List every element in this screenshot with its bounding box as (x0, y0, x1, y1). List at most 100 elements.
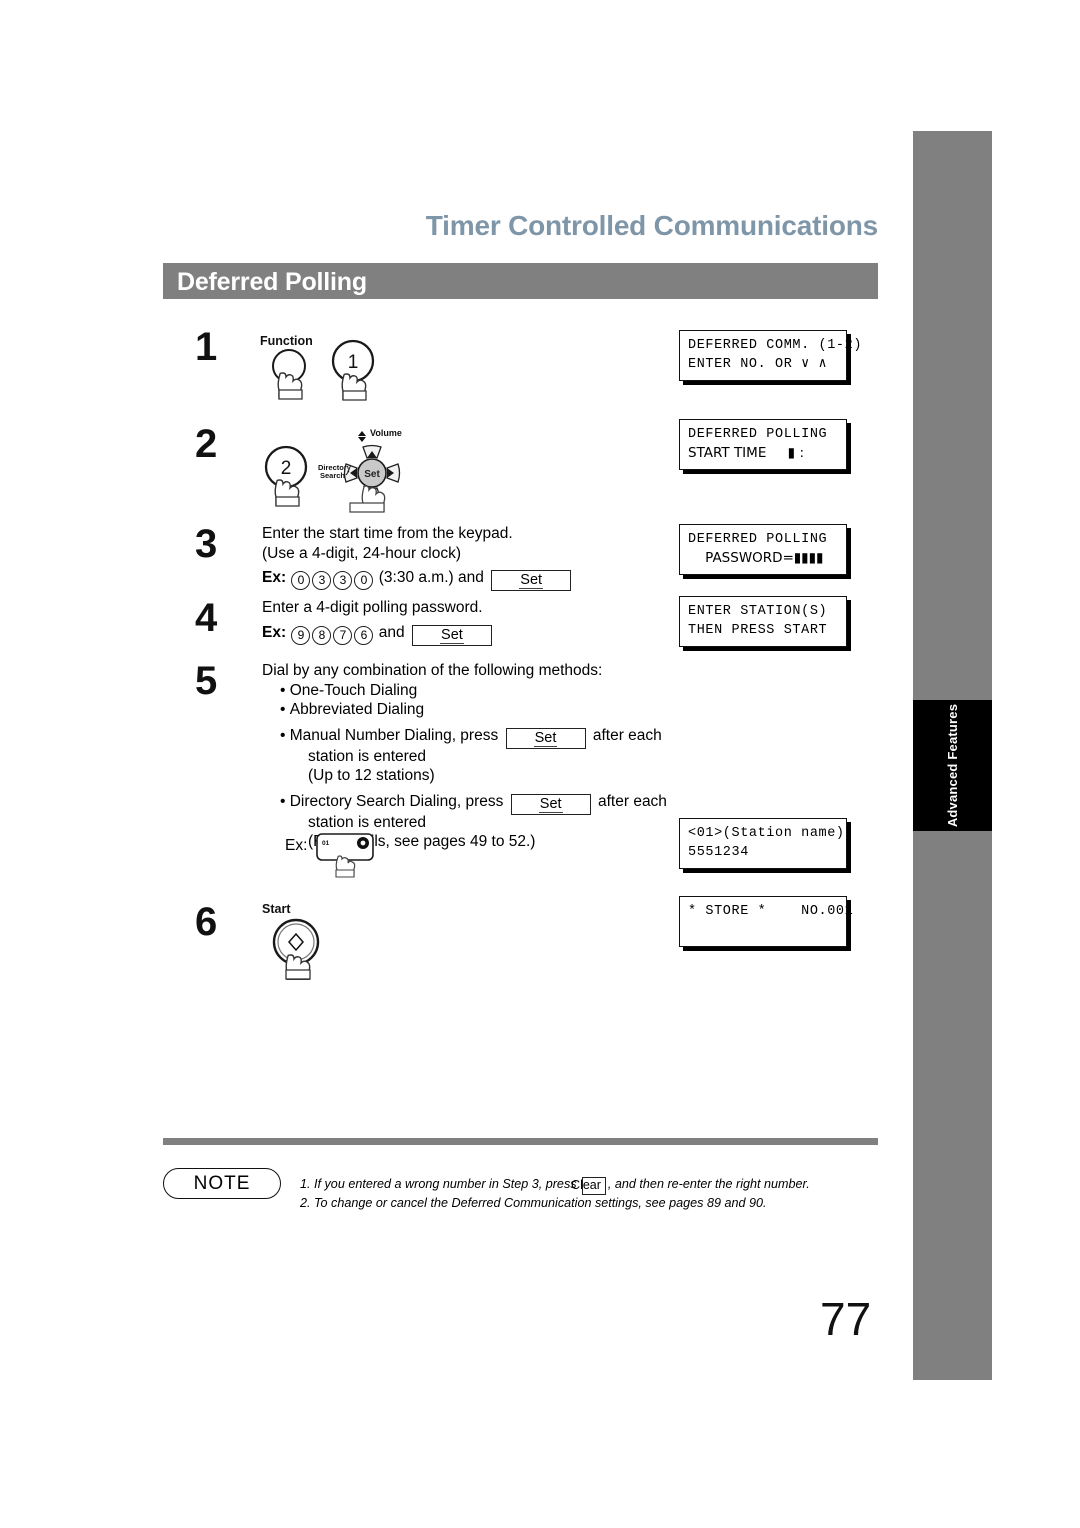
set-key-step3[interactable]: Set (491, 570, 572, 591)
step5-bullet-2-post: after each (592, 726, 662, 744)
step5-bullet-1: • Abbreviated Dialing (280, 701, 425, 718)
step6-start-key-svg (272, 918, 320, 980)
clear-key[interactable]: Clear (571, 1177, 606, 1195)
step-number-3: 3 (195, 522, 218, 566)
note-item-2: 2. To change or cancel the Deferred Comm… (300, 1194, 880, 1213)
set-key-directory-dial-label: Set (538, 795, 563, 813)
step-number-6: 6 (195, 900, 218, 944)
step5-bullet-3-post: after each (598, 792, 667, 810)
lcd-password: DEFERRED POLLING PASSWORD=▮▮▮▮ (679, 524, 847, 575)
one-touch-key-illustration: 01 (316, 832, 402, 884)
set-key-manual-dial[interactable]: Set (505, 727, 586, 749)
step5-bullet-2-cont1: station is entered (308, 747, 427, 765)
step4-ex-mid: and (378, 623, 405, 641)
step3-line2: (Use a 4-digit, 24-hour clock) (262, 544, 461, 562)
thumb-tab-advanced-features: Advanced Features (913, 700, 992, 831)
set-key-step3-label: Set (519, 572, 544, 589)
lcd-deferred-comm: DEFERRED COMM. (1-2) ENTER NO. OR ∨ ∧ (679, 330, 863, 381)
step-number-2: 2 (195, 422, 218, 466)
lcd-enter-stations-line1: ENTER STATION(S) (688, 604, 828, 619)
step4-digit-0: 9 (291, 625, 311, 645)
lcd-store-line2 (688, 921, 838, 940)
step-number-5: 5 (195, 659, 218, 703)
document-page: Advanced Features Timer Controlled Commu… (0, 0, 1080, 1528)
lcd-station-line1: <01>(Station name) (688, 826, 845, 841)
note-item-1-number: 1. (300, 1177, 311, 1191)
lcd-password-line2: PASSWORD=▮▮▮▮ (688, 550, 824, 566)
step5-bullet-2-pre: Manual Number Dialing, press (289, 726, 499, 744)
svg-text:01: 01 (322, 840, 330, 847)
lcd-start-time-line2: START TIME ▮ : (688, 445, 805, 461)
note-list: 1. If you entered a wrong number in Step… (300, 1175, 880, 1213)
step5-line1: Dial by any combination of the following… (262, 662, 603, 679)
thumb-tab-label: Advanced Features (945, 703, 960, 828)
step4-ex-label: Ex: (262, 623, 287, 641)
step3-digit-1: 3 (312, 571, 332, 590)
svg-text:Search: Search (320, 471, 345, 480)
step4-text: Enter a 4-digit polling password. Ex: 98… (262, 598, 662, 646)
lcd-store-line1: * STORE * NO.001 (688, 904, 854, 919)
step3-example: Ex: 0330 (3:30 a.m.) and Set (262, 568, 662, 591)
step4-digit-1: 8 (312, 625, 332, 645)
clear-key-label: Clear (571, 1178, 601, 1192)
note-badge-label: NOTE (193, 1172, 251, 1194)
step2-keys-svg: 2 Set Volume Directory Search (264, 428, 402, 513)
section-title-bar: Deferred Polling (163, 263, 878, 299)
note-item-2-pre: To change or cancel the Deferred Communi… (314, 1196, 767, 1210)
step1-keys-svg: 1 (272, 339, 375, 401)
step5-bullet-2: • Manual Number Dialing, press Set after… (280, 726, 682, 786)
chapter-title: Timer Controlled Communications (425, 210, 878, 241)
svg-text:2: 2 (281, 458, 292, 479)
step-number-4: 4 (195, 596, 218, 640)
lcd-deferred-comm-line2: ENTER NO. OR ∨ ∧ (688, 357, 828, 372)
section-title: Deferred Polling (177, 268, 367, 296)
lcd-enter-stations: ENTER STATION(S) THEN PRESS START (679, 596, 847, 647)
step3-ex-mid: (3:30 a.m.) and (378, 569, 484, 586)
step3-text: Enter the start time from the keypad. (U… (262, 524, 662, 591)
step5-ex-label: Ex: (285, 837, 308, 854)
page-number: 77 (820, 1293, 872, 1345)
lcd-station: <01>(Station name) 5551234 (679, 818, 847, 869)
lcd-enter-stations-line2: THEN PRESS START (688, 623, 828, 638)
lcd-deferred-comm-line1: DEFERRED COMM. (1-2) (688, 338, 863, 353)
set-key-step4[interactable]: Set (411, 624, 492, 646)
note-badge: NOTE (163, 1168, 281, 1199)
svg-text:1: 1 (348, 352, 359, 373)
note-item-2-number: 2. (300, 1196, 311, 1210)
svg-text:Volume: Volume (370, 428, 402, 438)
step3-line1: Enter the start time from the keypad. (262, 525, 513, 542)
step5-bullet-3-pre: Directory Search Dialing, press (289, 792, 504, 810)
set-key-manual-dial-label: Set (533, 729, 558, 747)
step5-bullet-0-label: One-Touch Dialing (289, 681, 418, 699)
lcd-start-time-line1: DEFERRED POLLING (688, 427, 828, 442)
step5-bullet-3-cont1: station is entered (308, 813, 427, 831)
step3-digit-3: 0 (354, 571, 374, 590)
step-number-1: 1 (195, 325, 218, 369)
lcd-station-line2: 5551234 (688, 845, 749, 860)
set-key-directory-dial[interactable]: Set (510, 793, 591, 815)
lcd-start-time: DEFERRED POLLING START TIME ▮ : (679, 419, 847, 470)
step4-example: Ex: 9876 and Set (262, 623, 662, 646)
note-item-1-pre: If you entered a wrong number in Step 3,… (314, 1177, 577, 1191)
step5-bullet-0: • One-Touch Dialing (280, 681, 418, 699)
lcd-password-line1: DEFERRED POLLING (688, 532, 828, 547)
step6-illustration: Start (258, 900, 348, 980)
lcd-store: * STORE * NO.001 (679, 896, 854, 947)
note-item-1: 1. If you entered a wrong number in Step… (300, 1175, 880, 1195)
one-touch-key-svg: 01 (316, 833, 374, 878)
step5-bullet-2-cont2: (Up to 12 stations) (308, 767, 435, 784)
step3-ex-label: Ex: (262, 569, 287, 586)
step4-line1: Enter a 4-digit polling password. (262, 599, 483, 616)
note-item-1-post: , and then re-enter the right number. (607, 1177, 810, 1191)
step3-digit-2: 3 (333, 571, 353, 590)
step2-illustration: 2 Set Volume Directory Search (262, 425, 422, 517)
step4-digit-2: 7 (333, 625, 353, 645)
section-divider-rule (163, 1138, 878, 1145)
step3-digit-0: 0 (291, 571, 311, 590)
step5-text: Dial by any combination of the following… (262, 661, 682, 852)
set-key-step4-label: Set (440, 626, 464, 644)
svg-text:Set: Set (364, 469, 380, 480)
step1-illustration: Function 1 (258, 334, 398, 404)
step5-bullet-1-label: Abbreviated Dialing (289, 701, 425, 718)
step4-digit-3: 6 (354, 625, 374, 645)
